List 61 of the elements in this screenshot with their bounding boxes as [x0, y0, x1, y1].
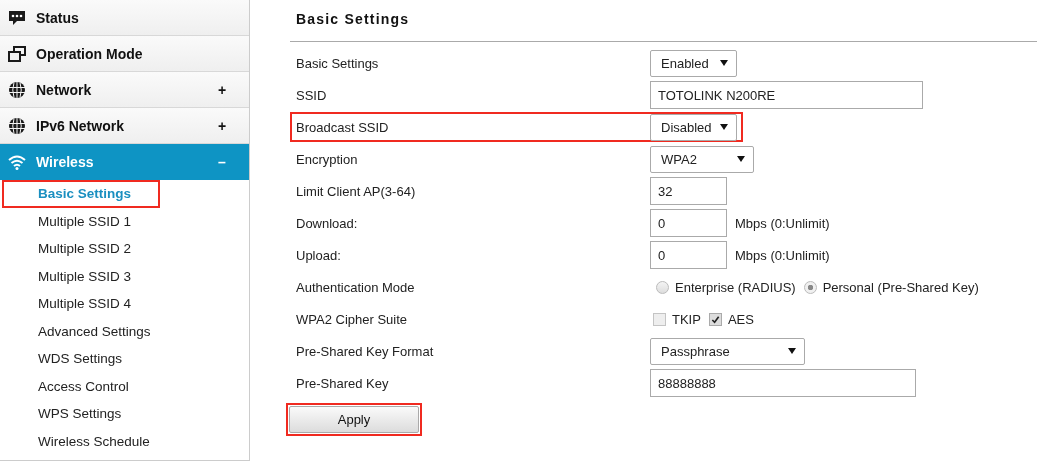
submenu-item[interactable]: Multiple SSID 3: [38, 266, 132, 286]
menu-label: Network: [36, 81, 93, 98]
menu-label: IPv6 Network: [36, 117, 125, 134]
input-field[interactable]: 88888888: [650, 369, 916, 397]
option-label: Enterprise (RADIUS): [675, 279, 796, 295]
expand-toggle[interactable]: +: [215, 81, 229, 98]
submenu-item[interactable]: Multiple SSID 2: [38, 239, 132, 259]
page-title: Basic Settings: [296, 11, 411, 29]
caret-icon: [788, 348, 796, 354]
option-label: Personal (Pre-Shared Key): [822, 279, 979, 295]
submenu-item[interactable]: WDS Settings: [38, 349, 123, 369]
menu-item[interactable]: Status: [0, 0, 249, 36]
input-field[interactable]: 32: [650, 177, 727, 205]
submenu-item[interactable]: Basic Settings: [38, 184, 132, 204]
unit-label: Mbps (0:Unlimit): [735, 247, 830, 263]
caret-icon: [720, 60, 728, 66]
field-label: Authentication Mode: [296, 279, 416, 295]
radio-button[interactable]: [803, 280, 817, 294]
option-label: AES: [727, 311, 754, 327]
dropdown[interactable]: Enabled: [650, 49, 737, 77]
menu-item[interactable]: IPv6 Network +: [0, 108, 249, 144]
caret-icon: [720, 124, 728, 130]
option-label: TKIP: [672, 311, 701, 327]
menu-item[interactable]: Network +: [0, 72, 249, 108]
apply-button[interactable]: Apply: [289, 406, 419, 433]
field-label: Upload:: [296, 247, 342, 263]
submenu-item[interactable]: Access Control: [38, 376, 129, 396]
checkbox[interactable]: [708, 312, 722, 326]
field-label: Basic Settings: [296, 55, 380, 71]
menu-item[interactable]: Operation Mode: [0, 36, 249, 72]
input-field[interactable]: 0: [650, 241, 727, 269]
submenu-item[interactable]: Wireless Schedule: [38, 431, 150, 451]
windows-icon: [8, 44, 26, 63]
menu-label: Status: [36, 9, 80, 26]
unit-label: Mbps (0:Unlimit): [735, 215, 830, 231]
submenu-item[interactable]: Multiple SSID 1: [38, 211, 132, 231]
field-label: Download:: [296, 215, 359, 231]
dropdown[interactable]: WPA2: [650, 145, 754, 173]
field-label: WPA2 Cipher Suite: [296, 311, 409, 327]
field-label: SSID: [296, 87, 328, 103]
globe-icon: [8, 116, 26, 135]
submenu-item[interactable]: Multiple SSID 4: [38, 294, 132, 314]
expand-toggle[interactable]: +: [215, 117, 229, 134]
field-label: Pre-Shared Key Format: [296, 343, 435, 359]
field-label: Broadcast SSID: [296, 119, 390, 135]
input-field[interactable]: TOTOLINK N200RE: [650, 81, 923, 109]
globe-icon: [8, 80, 26, 99]
menu-label: Wireless: [36, 153, 95, 170]
input-field[interactable]: 0: [650, 209, 727, 237]
field-label: Encryption: [296, 151, 359, 167]
radio-button[interactable]: [656, 280, 669, 294]
submenu-item[interactable]: WPS Settings: [38, 404, 122, 424]
dropdown[interactable]: Passphrase: [650, 337, 805, 365]
menu-label: Operation Mode: [36, 45, 144, 62]
chat-bubble-icon: [8, 8, 26, 27]
field-label: Pre-Shared Key: [296, 375, 390, 391]
field-label: Limit Client AP(3-64): [296, 183, 417, 199]
dropdown[interactable]: Disabled: [650, 113, 737, 141]
caret-icon: [737, 156, 745, 162]
checkbox[interactable]: [653, 312, 666, 326]
submenu-item[interactable]: Advanced Settings: [38, 321, 151, 341]
